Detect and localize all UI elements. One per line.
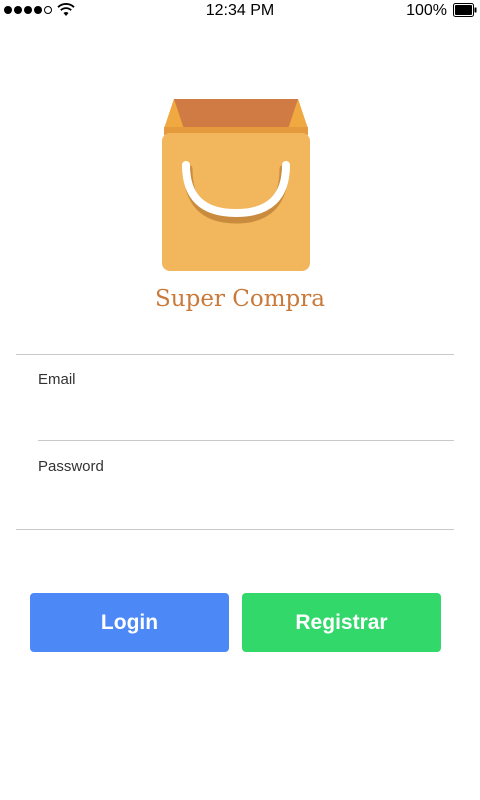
email-underline xyxy=(38,440,454,441)
password-label: Password xyxy=(38,458,104,475)
shopping-bag-icon xyxy=(162,99,310,271)
battery-percentage: 100% xyxy=(406,2,447,19)
login-button[interactable]: Login xyxy=(30,593,229,652)
form-bottom-divider xyxy=(16,529,454,530)
register-button[interactable]: Registrar xyxy=(242,593,441,652)
email-label: Email xyxy=(38,371,76,388)
status-bar: 12:34 PM 100% xyxy=(0,0,480,22)
password-field[interactable] xyxy=(38,490,438,520)
form-top-divider xyxy=(16,354,454,355)
email-field[interactable] xyxy=(38,402,438,432)
app-name: Super Compra xyxy=(155,286,325,312)
battery-icon xyxy=(453,3,477,17)
